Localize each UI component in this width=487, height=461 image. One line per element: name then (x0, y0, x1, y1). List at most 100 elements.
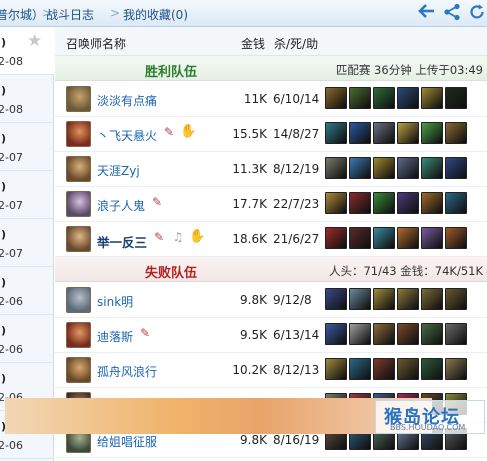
breadcrumb-battle-log[interactable]: 战斗日志 (46, 6, 94, 23)
item-icon[interactable] (373, 157, 395, 179)
champion-avatar[interactable] (66, 86, 91, 112)
item-icon[interactable] (349, 288, 371, 310)
item-icon[interactable] (397, 358, 419, 380)
item-icon[interactable] (349, 358, 371, 380)
item-icon[interactable] (325, 157, 347, 179)
item-icon[interactable] (325, 192, 347, 214)
item-icon[interactable] (421, 358, 443, 380)
item-icon[interactable] (421, 227, 443, 249)
item-icon[interactable] (421, 157, 443, 179)
item-icon[interactable] (421, 192, 443, 214)
item-icon[interactable] (421, 323, 443, 345)
champion-avatar[interactable] (66, 226, 91, 252)
summoner-name[interactable]: 给姐唱征服 (97, 433, 157, 450)
player-badges: ✎ (149, 194, 165, 212)
history-item[interactable]: ) 2-07 (0, 171, 54, 219)
item-icon[interactable] (325, 227, 347, 249)
bell-icon: ♫ (172, 230, 184, 244)
history-item-mark: ) (1, 228, 7, 241)
item-icon[interactable] (373, 288, 395, 310)
champion-avatar[interactable] (66, 287, 91, 313)
item-icon[interactable] (349, 192, 371, 214)
item-icon[interactable] (325, 288, 347, 310)
player-row[interactable]: 浪子人鬼 17.7K 22/7/23 ✎ (55, 187, 487, 222)
history-item[interactable]: ) 2-06 (0, 315, 54, 363)
summoner-name[interactable]: 淡淡有点痛 (97, 92, 157, 109)
item-icon[interactable] (445, 122, 467, 144)
history-item[interactable]: ) 2-07 (0, 219, 54, 267)
item-icon[interactable] (397, 192, 419, 214)
history-item[interactable]: ) 2-08 (0, 75, 54, 123)
item-icon[interactable] (421, 288, 443, 310)
player-kda: 8/12/13 (273, 363, 320, 377)
item-icon[interactable] (325, 323, 347, 345)
item-icon[interactable] (373, 192, 395, 214)
item-icon[interactable] (349, 323, 371, 345)
breadcrumb-favorites[interactable]: 我的收藏(0) (123, 6, 188, 23)
breadcrumb-server[interactable]: 普尔城） (0, 6, 44, 23)
item-icon[interactable] (397, 227, 419, 249)
item-icon[interactable] (349, 87, 371, 109)
player-kda: 22/7/23 (273, 197, 320, 211)
item-icon[interactable] (325, 358, 347, 380)
player-gold: 9.8K (240, 433, 267, 447)
back-arrow-icon[interactable] (416, 3, 438, 23)
history-item[interactable]: ) 2-08 ★ (0, 27, 54, 75)
item-icon[interactable] (373, 323, 395, 345)
player-kda: 14/8/27 (273, 127, 320, 141)
champion-avatar[interactable] (66, 357, 91, 383)
champion-avatar[interactable] (66, 156, 91, 182)
share-icon[interactable] (441, 3, 463, 23)
summoner-name[interactable]: 孤舟风浪行 (97, 363, 157, 380)
summoner-name[interactable]: 天涯Zyj (97, 162, 140, 179)
summoner-name[interactable]: 浪子人鬼 (97, 197, 145, 214)
player-gold: 15.5K (232, 127, 267, 141)
player-kda: 6/10/14 (273, 92, 320, 106)
player-row[interactable]: 迪落斯 9.5K 6/13/14 ✎ (55, 318, 487, 353)
item-icon[interactable] (445, 157, 467, 179)
item-icon[interactable] (445, 192, 467, 214)
player-row[interactable]: 淡淡有点痛 11K 6/10/14 (55, 82, 487, 117)
player-row[interactable]: 天涯Zyj 11.3K 8/12/19 (55, 152, 487, 187)
item-icon[interactable] (397, 157, 419, 179)
refresh-icon[interactable] (466, 3, 487, 23)
player-row[interactable]: 举一反三 18.6K 21/6/27 ✎ ♫ ✋ (55, 222, 487, 257)
item-icon[interactable] (397, 323, 419, 345)
summoner-name[interactable]: 举一反三 (97, 232, 147, 251)
item-icon[interactable] (421, 87, 443, 109)
item-icon[interactable] (397, 122, 419, 144)
item-icon[interactable] (445, 87, 467, 109)
item-icon[interactable] (373, 122, 395, 144)
champion-avatar[interactable] (66, 191, 91, 217)
item-icon[interactable] (397, 87, 419, 109)
item-icon[interactable] (421, 122, 443, 144)
summoner-name[interactable]: sink明 (97, 293, 133, 310)
player-row[interactable]: sink明 9.8K 9/12/8 (55, 283, 487, 318)
bottom-ad-banner[interactable] (5, 398, 432, 434)
favorite-star-icon[interactable]: ★ (27, 33, 42, 50)
item-icon[interactable] (445, 358, 467, 380)
player-kda: 9/12/8 (273, 293, 312, 307)
player-row[interactable]: 丶飞天悬火 15.5K 14/8/27 ✎ ✋ (55, 117, 487, 152)
item-icon[interactable] (325, 87, 347, 109)
history-item-date: 2-07 (0, 151, 23, 164)
item-icon[interactable] (445, 227, 467, 249)
lose-team-title: 失败队伍 (145, 266, 198, 281)
summoner-name[interactable]: 丶飞天悬火 (97, 127, 157, 144)
summoner-name[interactable]: 迪落斯 (97, 328, 133, 345)
player-row[interactable]: 孤舟风浪行 10.2K 8/12/13 (55, 353, 487, 388)
item-icon[interactable] (445, 288, 467, 310)
item-icon[interactable] (325, 122, 347, 144)
item-icon[interactable] (397, 288, 419, 310)
history-item[interactable]: ) 2-06 (0, 267, 54, 315)
item-icon[interactable] (445, 323, 467, 345)
item-icon[interactable] (373, 358, 395, 380)
item-icon[interactable] (349, 157, 371, 179)
history-item[interactable]: ) 2-07 (0, 123, 54, 171)
item-icon[interactable] (373, 227, 395, 249)
item-icon[interactable] (349, 122, 371, 144)
item-icon[interactable] (373, 87, 395, 109)
item-icon[interactable] (349, 227, 371, 249)
champion-avatar[interactable] (66, 322, 91, 348)
champion-avatar[interactable] (66, 121, 91, 147)
